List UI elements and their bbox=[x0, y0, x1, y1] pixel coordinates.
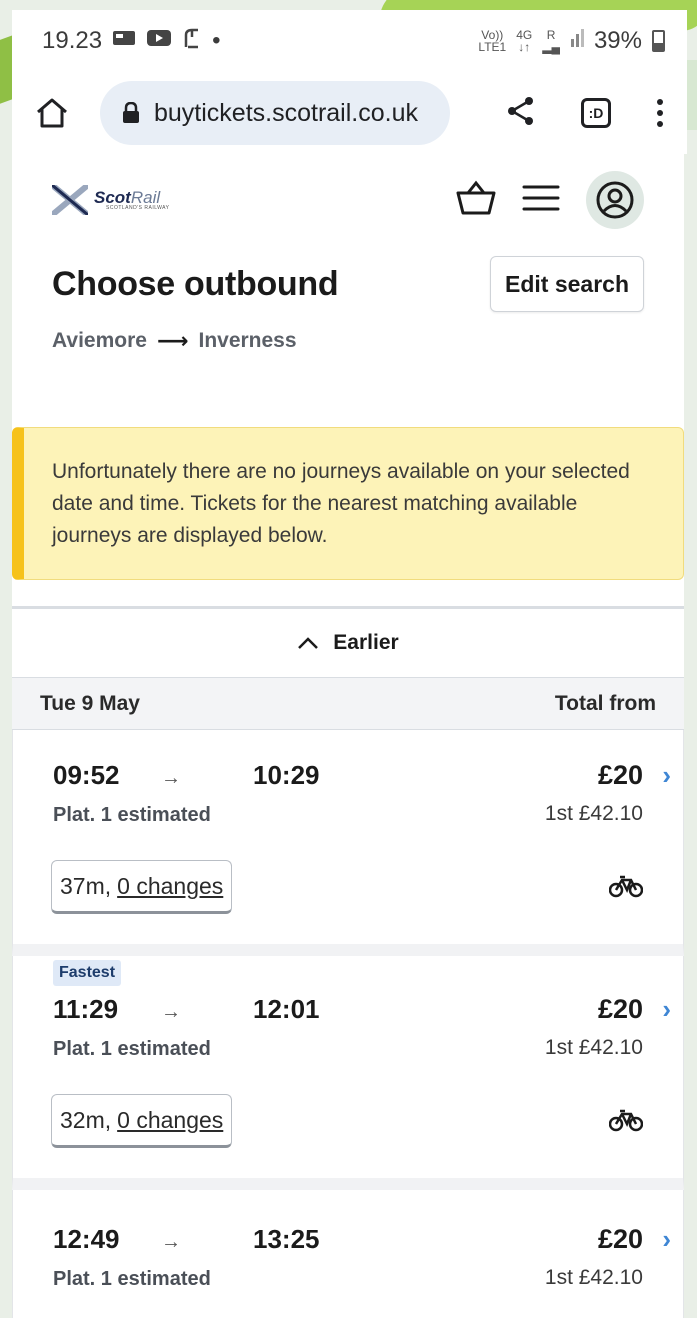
status-bar: 19.23 • Vo)) LTE1 4G ↓↑ R ▂▄ 39% bbox=[12, 10, 687, 72]
hamburger-icon bbox=[522, 185, 560, 210]
journey-details-button[interactable]: 32m, 0 changes bbox=[51, 1094, 233, 1148]
departure-time: 11:29 bbox=[53, 994, 119, 1024]
site-header: ScotRail SCOTLAND'S RAILWAY bbox=[12, 154, 684, 246]
home-button[interactable] bbox=[32, 93, 72, 133]
signal-icon bbox=[570, 27, 584, 56]
basket-button[interactable] bbox=[456, 180, 496, 221]
fastest-badge: Fastest bbox=[53, 960, 122, 986]
journey-duration: 37m, bbox=[60, 872, 112, 899]
app-icon bbox=[182, 27, 202, 56]
tab-switcher-button[interactable]: :D bbox=[581, 98, 611, 128]
address-bar[interactable]: buytickets.scotrail.co.uk bbox=[100, 81, 450, 145]
network-type-indicator: 4G ↓↑ bbox=[516, 28, 533, 54]
journey-card[interactable]: Fastest 11:29 → 12:01 £20 › Plat. 1 esti… bbox=[12, 956, 684, 1190]
departure-time: 09:52 bbox=[53, 760, 120, 790]
standard-price: £20 bbox=[597, 994, 643, 1024]
url-text: buytickets.scotrail.co.uk bbox=[154, 98, 418, 127]
standard-price: £20 bbox=[597, 760, 643, 790]
route-arrow-icon: ⟶ bbox=[156, 328, 189, 353]
bicycle-icon bbox=[608, 1108, 644, 1137]
travel-date: Tue 9 May bbox=[40, 691, 140, 715]
destination-station: Inverness bbox=[198, 329, 297, 352]
journey-details-button[interactable]: 37m, 0 changes bbox=[51, 860, 233, 914]
menu-button[interactable] bbox=[522, 183, 560, 218]
date-header: Tue 9 May Total from bbox=[12, 678, 684, 730]
arrival-time: 12:01 bbox=[253, 994, 320, 1024]
battery-percent: 39% bbox=[593, 27, 642, 54]
chevron-right-icon[interactable]: › bbox=[662, 994, 671, 1025]
journey-changes: 0 changes bbox=[117, 872, 224, 899]
first-class-price: 1st £42.10 bbox=[544, 1036, 643, 1059]
scotrail-logo[interactable]: ScotRail SCOTLAND'S RAILWAY bbox=[52, 185, 169, 215]
journey-arrow-icon: → bbox=[161, 1231, 181, 1253]
earlier-button[interactable]: Earlier bbox=[12, 606, 684, 678]
departure-time: 12:49 bbox=[53, 1224, 120, 1254]
journey-changes: 0 changes bbox=[117, 1106, 224, 1133]
journey-arrow-icon: → bbox=[161, 1001, 181, 1023]
volte-indicator: Vo)) LTE1 bbox=[478, 28, 507, 54]
no-journeys-notice: Unfortunately there are no journeys avai… bbox=[12, 427, 684, 580]
status-time: 19.23 bbox=[42, 27, 103, 54]
roaming-indicator: R ▂▄ bbox=[542, 28, 560, 54]
bicycle-icon bbox=[608, 874, 644, 903]
first-class-price: 1st £42.10 bbox=[544, 802, 643, 825]
journey-card[interactable]: 12:49 → 13:25 £20 › Plat. 1 estimated 1s… bbox=[12, 1190, 684, 1318]
origin-station: Aviemore bbox=[52, 329, 147, 352]
account-button[interactable] bbox=[586, 171, 644, 229]
standard-price: £20 bbox=[597, 1224, 643, 1254]
total-from-label: Total from bbox=[554, 691, 656, 715]
share-button[interactable] bbox=[507, 96, 535, 131]
basket-icon bbox=[456, 180, 496, 214]
youtube-icon bbox=[146, 27, 172, 55]
browser-toolbar: buytickets.scotrail.co.uk :D bbox=[12, 72, 687, 154]
platform-info: Plat. 1 estimated bbox=[53, 1038, 211, 1060]
browser-menu-button[interactable] bbox=[657, 99, 663, 127]
home-icon bbox=[37, 98, 67, 128]
notice-text: Unfortunately there are no journeys avai… bbox=[52, 460, 630, 547]
logo-tagline: SCOTLAND'S RAILWAY bbox=[106, 205, 170, 211]
platform-info: Plat. 1 estimated bbox=[53, 804, 211, 826]
saltire-icon bbox=[52, 185, 88, 215]
dot-icon: • bbox=[212, 27, 221, 54]
chevron-right-icon[interactable]: › bbox=[662, 1224, 671, 1255]
journey-arrow-icon: → bbox=[161, 767, 181, 789]
battery-icon bbox=[652, 30, 665, 52]
journey-results: Earlier Tue 9 May Total from 09:52 → 10:… bbox=[12, 606, 684, 1318]
user-icon bbox=[596, 181, 634, 219]
chevron-up-icon bbox=[298, 637, 319, 649]
journey-card[interactable]: 09:52 → 10:29 £20 › Plat. 1 estimated 1s… bbox=[12, 730, 684, 956]
share-icon bbox=[508, 96, 533, 125]
page: ScotRail SCOTLAND'S RAILWAY Choose outbo… bbox=[12, 154, 684, 1318]
route-summary: Aviemore ⟶ Inverness bbox=[12, 328, 684, 354]
earlier-label: Earlier bbox=[333, 631, 399, 654]
arrival-time: 13:25 bbox=[253, 1224, 320, 1254]
notification-icon bbox=[112, 27, 136, 55]
platform-info: Plat. 1 estimated bbox=[53, 1268, 211, 1290]
first-class-price: 1st £42.10 bbox=[544, 1266, 643, 1289]
chevron-right-icon[interactable]: › bbox=[662, 760, 671, 791]
journey-duration: 32m, bbox=[60, 1106, 112, 1133]
lock-icon bbox=[123, 102, 139, 123]
page-title: Choose outbound bbox=[52, 264, 339, 303]
arrival-time: 10:29 bbox=[253, 760, 320, 790]
edit-search-button[interactable]: Edit search bbox=[490, 256, 644, 312]
